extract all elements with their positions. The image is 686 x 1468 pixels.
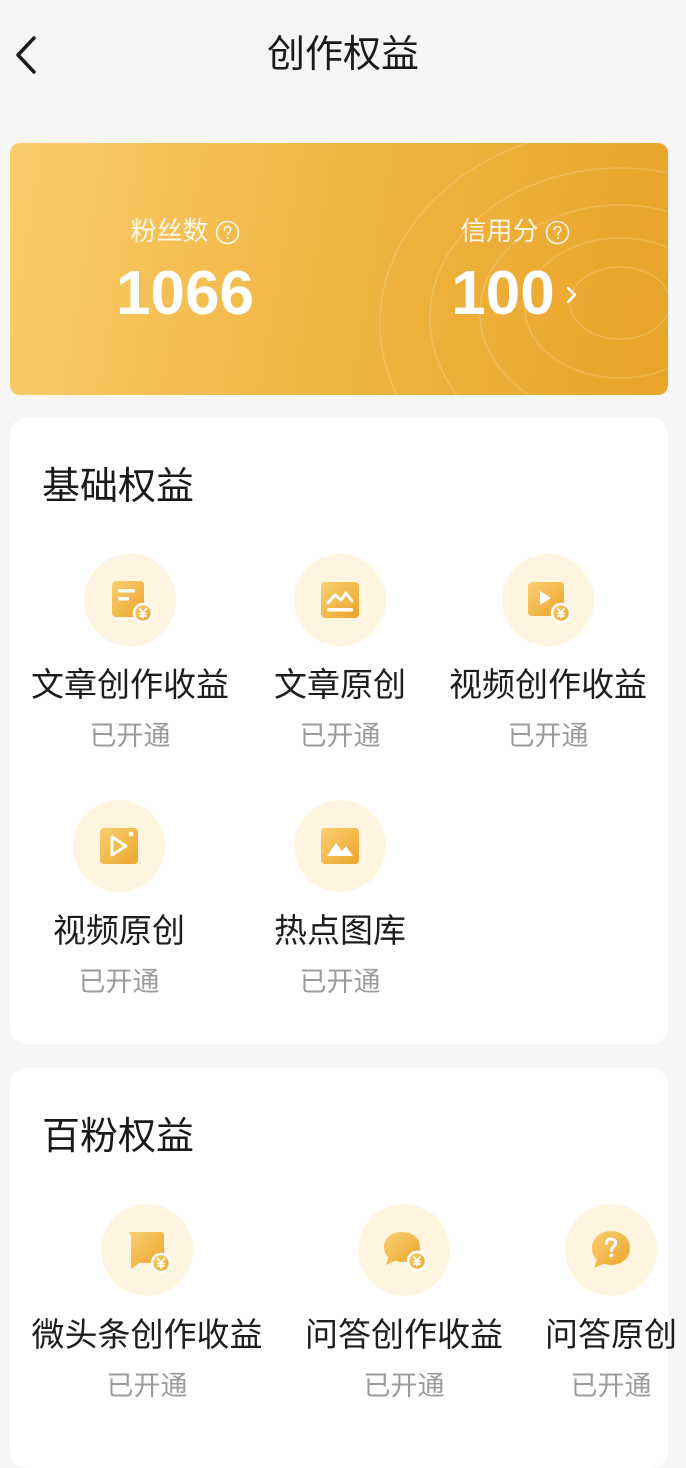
basic-rights-card: 基础权益 文章创作收益 已开通 文章原创 已开通 视频创作收益 已开通 视频原创… — [10, 418, 668, 1044]
item-icon-wrap — [294, 800, 386, 892]
rights-item-image-gallery[interactable]: 热点图库 已开通 — [254, 800, 426, 1002]
credit-stat: 信用分 100 — [410, 213, 620, 329]
basic-rights-title: 基础权益 — [42, 464, 195, 508]
item-status: 已开通 — [89, 721, 171, 752]
item-icon-wrap — [565, 1204, 657, 1296]
item-label: 问答原创 — [545, 1315, 677, 1354]
qa-income-icon — [384, 1232, 428, 1272]
item-label: 视频原创 — [53, 911, 185, 950]
item-status: 已开通 — [363, 1371, 445, 1402]
rights-item-qa-income[interactable]: 问答创作收益 已开通 — [296, 1204, 512, 1406]
credit-detail-link[interactable]: 100 — [410, 251, 620, 329]
item-label: 热点图库 — [274, 911, 406, 950]
item-label: 微头条创作收益 — [31, 1315, 263, 1354]
item-status: 已开通 — [106, 1371, 188, 1402]
question-circle-icon[interactable] — [215, 220, 240, 245]
rights-item-video-income[interactable]: 视频创作收益 已开通 — [440, 554, 656, 756]
stats-banner: 粉丝数 1066 信用分 100 — [10, 143, 668, 395]
micro-post-income-icon — [128, 1232, 171, 1274]
rights-item-qa-original[interactable]: 问答原创 已开通 — [540, 1204, 682, 1406]
article-original-icon — [321, 582, 359, 618]
fans-label-row: 粉丝数 — [80, 213, 290, 251]
item-label: 文章创作收益 — [31, 665, 229, 704]
nav-bar: 创作权益 — [0, 0, 686, 108]
item-icon-wrap — [101, 1204, 193, 1296]
rights-item-video-original[interactable]: 视频原创 已开通 — [44, 800, 194, 1002]
credit-value: 100 — [451, 259, 555, 328]
hundred-fans-rights-card: 百粉权益 微头条创作收益 已开通 问答创作收益 已开通 问答原创 已开通 — [10, 1068, 677, 1468]
item-icon-wrap — [502, 554, 594, 646]
article-income-icon — [112, 581, 154, 624]
fans-label: 粉丝数 — [130, 217, 209, 247]
credit-label: 信用分 — [460, 217, 539, 247]
item-status: 已开通 — [78, 967, 160, 998]
video-income-icon — [528, 582, 572, 624]
item-icon-wrap — [84, 554, 176, 646]
question-bubble-icon — [592, 1231, 630, 1268]
rights-item-article-original[interactable]: 文章原创 已开通 — [254, 554, 426, 756]
fans-value: 1066 — [116, 259, 254, 328]
item-icon-wrap — [73, 800, 165, 892]
fans-stat: 粉丝数 1066 — [80, 213, 290, 329]
item-icon-wrap — [294, 554, 386, 646]
item-icon-wrap — [358, 1204, 450, 1296]
item-status: 已开通 — [570, 1371, 652, 1402]
item-label: 文章原创 — [274, 665, 406, 704]
question-circle-icon[interactable] — [545, 220, 570, 245]
item-label: 问答创作收益 — [305, 1315, 503, 1354]
item-status: 已开通 — [299, 721, 381, 752]
item-status: 已开通 — [507, 721, 589, 752]
video-original-icon — [100, 828, 138, 864]
image-gallery-icon — [321, 828, 359, 864]
page-title: 创作权益 — [266, 32, 419, 76]
item-label: 视频创作收益 — [449, 665, 647, 704]
rights-item-micro-post-income[interactable]: 微头条创作收益 已开通 — [22, 1204, 272, 1406]
rights-item-article-income[interactable]: 文章创作收益 已开通 — [22, 554, 238, 756]
credit-label-row: 信用分 — [410, 213, 620, 251]
item-status: 已开通 — [299, 967, 381, 998]
chevron-right-icon — [566, 286, 576, 304]
hundred-fans-rights-title: 百粉权益 — [42, 1114, 195, 1158]
